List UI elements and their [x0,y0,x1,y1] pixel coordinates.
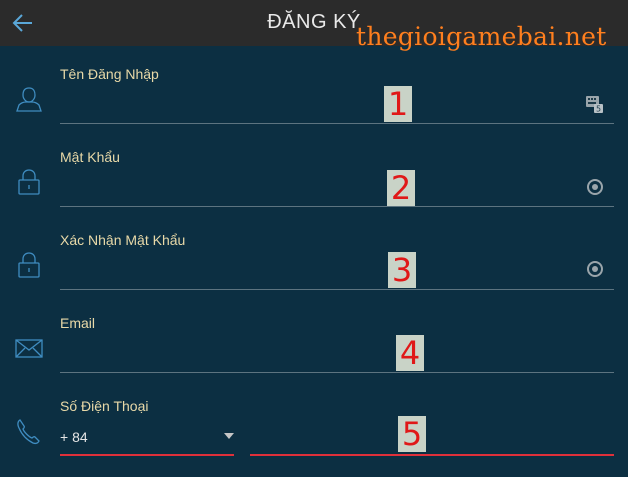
username-underline [60,123,614,124]
confirm-password-label: Xác Nhận Mật Khẩu [60,232,186,248]
country-code-underline [60,454,234,456]
user-icon [16,87,42,112]
lock-icon [18,169,40,195]
password-label: Mật Khẩu [60,149,120,165]
keyboard-badge-icon[interactable]: 5 [585,94,605,114]
username-label: Tên Đăng Nhập [60,66,159,82]
step-badge-5: 5 [398,416,426,452]
phone-label: Số Điện Thoại [60,398,149,414]
eye-icon[interactable] [585,259,605,279]
step-badge-4: 4 [396,335,424,371]
step-badge-2: 2 [387,170,415,206]
lock-icon [18,252,40,278]
mail-icon [15,339,43,358]
eye-icon[interactable] [585,177,605,197]
phone-number-underline[interactable] [250,454,614,456]
chevron-down-icon[interactable] [223,432,235,440]
svg-text:5: 5 [596,105,601,114]
password-underline [60,206,614,207]
watermark-text: thegioigamebai.net [356,22,607,51]
confirm-password-underline [60,289,614,290]
country-code-select[interactable]: + 84 [60,429,88,445]
email-label: Email [60,315,96,331]
step-badge-3: 3 [388,252,416,288]
step-badge-1: 1 [384,86,412,122]
email-underline [60,372,614,373]
phone-icon [17,419,40,445]
